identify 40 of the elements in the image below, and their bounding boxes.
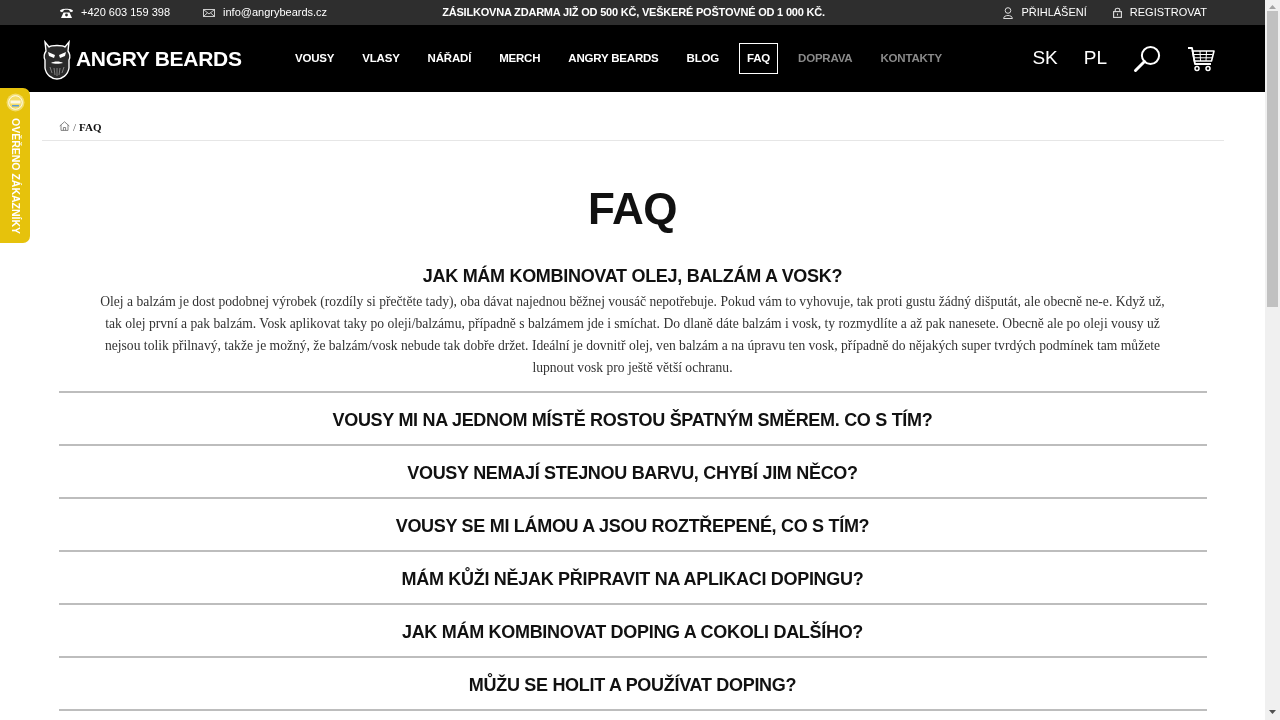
- page-title: FAQ: [588, 183, 677, 235]
- faq-question[interactable]: VOUSY SE MI LÁMOU A JSOU ROZTŘEPENÉ, CO S TÍM?: [58, 499, 1207, 550]
- logo-link[interactable]: ANGRY BEARDS: [42, 37, 242, 80]
- nav-link[interactable]: VOUSY: [287, 42, 343, 75]
- scroll-down-icon[interactable]: [1269, 710, 1276, 714]
- faq-answer: Olej a balzám je dost podobnej výrobek (rozdíly si přečtěte tady), oba dávat najednou běžnej vousáč nepotřebuje. Pokud vám to vyhovuje, tak proti gustu žádný dišputát, ale obecně ne-e. Když už, tak olej první a pak balzám. Vosk aplikovat taky po oleji/balzámu, případně s balzámem jde i smíchat. Do dlaně dáte balzám i vosk, ty rozmydlíte a až pak nanesete. Obecně ale po oleji vousy už nejsou tolik přilnavý, takže je možný, že balzám/vosk nebude tak dobře držet. Ideální je dovnitř olej, ven balzám a na úpravu ten vosk, případně do nějakých super tvrdých podmínek tam můžete lupnout vosk pro ještě větší ochranu.: [99, 293, 1166, 377]
- nav-link[interactable]: FAQ: [739, 42, 779, 75]
- faq-question[interactable]: VOUSY NEMAJÍ STEJNOU BARVU, CHYBÍ JIM NĚCO?: [58, 446, 1207, 497]
- search-icon[interactable]: [1133, 44, 1161, 73]
- language-link[interactable]: PL: [1083, 44, 1107, 73]
- nav-link[interactable]: BLOG: [678, 42, 727, 75]
- faq-question[interactable]: MŮŽU SE HOLIT A POUŽÍVAT DOPING?: [58, 658, 1207, 709]
- login-link[interactable]: PŘIHLÁŠENÍ: [1003, 4, 1087, 21]
- nav-link[interactable]: VLASY: [354, 42, 408, 75]
- nav-link[interactable]: NÁŘADÍ: [419, 42, 480, 75]
- lock-icon: [1112, 7, 1122, 18]
- envelope-icon: [203, 8, 215, 17]
- nav-link[interactable]: DOPRAVA: [790, 42, 861, 75]
- scrollbar-thumb[interactable]: [1267, 11, 1278, 307]
- seal-icon: [5, 93, 25, 112]
- faq-question[interactable]: JAK MÁM KOMBINOVAT DOPING A COKOLI DALŠÍHO?: [58, 605, 1207, 656]
- nav-link[interactable]: ANGRY BEARDS: [560, 42, 667, 75]
- home-icon[interactable]: [59, 121, 70, 131]
- phone-icon: [60, 7, 73, 18]
- breadcrumb-current: FAQ: [79, 120, 102, 135]
- email-link[interactable]: info@angrybeards.cz: [223, 4, 328, 21]
- faq-question[interactable]: MÁM KŮŽI NĚJAK PŘIPRAVIT NA APLIKACI DOPINGU?: [58, 552, 1207, 603]
- scrollbar[interactable]: [1265, 0, 1280, 720]
- cart-icon[interactable]: [1187, 45, 1215, 72]
- user-icon: [1003, 6, 1014, 19]
- nav-link[interactable]: KONTAKTY: [872, 42, 950, 75]
- nav-link[interactable]: MERCH: [491, 42, 549, 75]
- beard-mask-icon[interactable]: [42, 37, 72, 80]
- faq-question[interactable]: VOUSY MI NA JEDNOM MÍSTĚ ROSTOU ŠPATNÝM SMĚREM. CO S TÍM?: [58, 393, 1207, 444]
- register-link[interactable]: REGISTROVAT: [1112, 4, 1207, 21]
- language-link[interactable]: SK: [1032, 44, 1058, 73]
- breadcrumb-separator: /: [73, 120, 77, 135]
- faq-question[interactable]: JAK MÁM KOMBINOVAT OLEJ, BALZÁM A VOSK?: [58, 248, 1207, 291]
- shipping-announcement: ZÁSILKOVNA ZDARMA JIŽ OD 500 KČ, VEŠKERÉ POŠTOVNÉ OD 1 000 KČ.: [442, 5, 825, 21]
- phone-link[interactable]: +420 603 159 398: [81, 4, 170, 21]
